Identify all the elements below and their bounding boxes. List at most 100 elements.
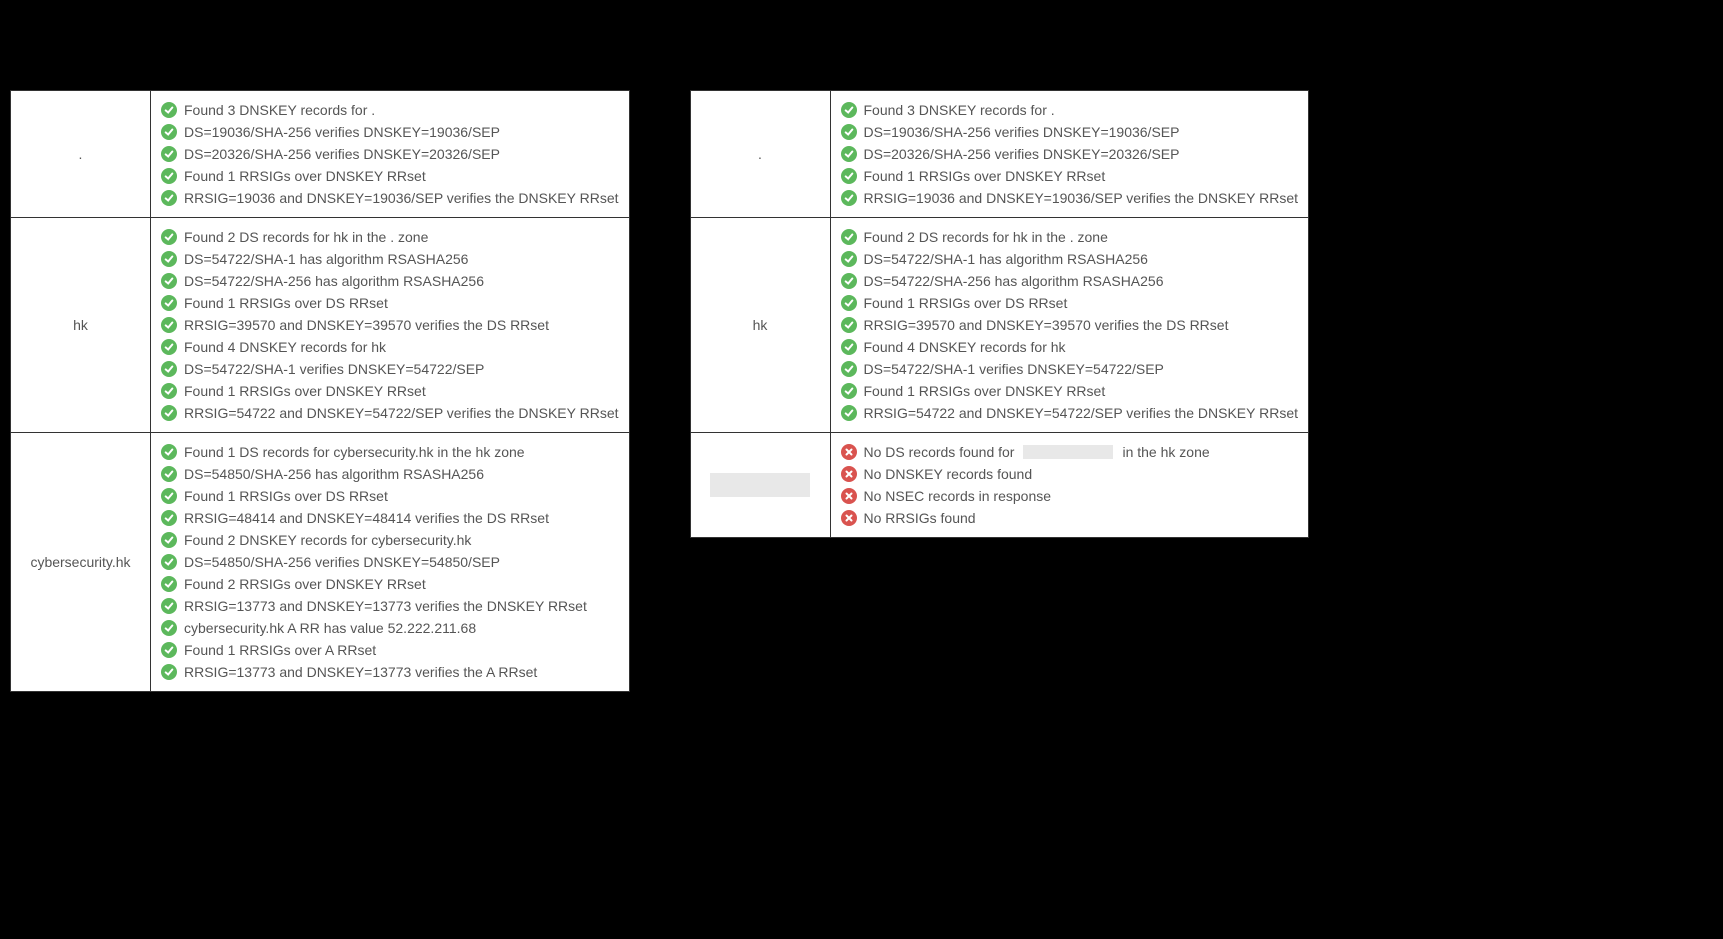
dnssec-table-left: . Found 3 DNSKEY records for . DS=19036/SH… <box>10 90 630 692</box>
zone-label: hk <box>753 317 768 333</box>
check-icon <box>161 168 177 184</box>
result-text: Found 2 DNSKEY records for cybersecurity… <box>184 532 471 548</box>
result-item: Found 2 DS records for hk in the . zone <box>841 226 1299 248</box>
results-cell: No DS records found forin the hk zoneNo … <box>830 433 1309 538</box>
result-text: RRSIG=13773 and DNSKEY=13773 verifies th… <box>184 664 537 680</box>
result-item: DS=54850/SHA-256 has algorithm RSASHA256 <box>161 463 619 485</box>
check-icon <box>161 598 177 614</box>
result-item: Found 4 DNSKEY records for hk <box>161 336 619 358</box>
result-item: DS=19036/SHA-256 verifies DNSKEY=19036/S… <box>161 121 619 143</box>
check-icon <box>161 146 177 162</box>
check-icon <box>841 273 857 289</box>
result-text: No DNSKEY records found <box>864 466 1033 482</box>
check-icon <box>161 488 177 504</box>
result-text: RRSIG=39570 and DNSKEY=39570 verifies th… <box>184 317 549 333</box>
results-cell: Found 1 DS records for cybersecurity.hk … <box>151 433 630 692</box>
result-item: DS=19036/SHA-256 verifies DNSKEY=19036/S… <box>841 121 1299 143</box>
result-item: Found 4 DNSKEY records for hk <box>841 336 1299 358</box>
result-text: Found 1 RRSIGs over DS RRset <box>184 488 388 504</box>
check-icon <box>841 102 857 118</box>
result-text: RRSIG=54722 and DNSKEY=54722/SEP verifie… <box>864 405 1299 421</box>
result-text: Found 4 DNSKEY records for hk <box>864 339 1066 355</box>
error-icon <box>841 510 857 526</box>
result-text: DS=19036/SHA-256 verifies DNSKEY=19036/S… <box>184 124 500 140</box>
check-icon <box>841 168 857 184</box>
check-icon <box>161 295 177 311</box>
result-text: RRSIG=13773 and DNSKEY=13773 verifies th… <box>184 598 587 614</box>
result-text: RRSIG=39570 and DNSKEY=39570 verifies th… <box>864 317 1229 333</box>
result-text: RRSIG=54722 and DNSKEY=54722/SEP verifie… <box>184 405 619 421</box>
result-item: Found 1 RRSIGs over DNSKEY RRset <box>161 165 619 187</box>
result-text: DS=54722/SHA-1 has algorithm RSASHA256 <box>864 251 1148 267</box>
check-icon <box>841 361 857 377</box>
zone-label: hk <box>73 317 88 333</box>
result-item: cybersecurity.hk A RR has value 52.222.2… <box>161 617 619 639</box>
result-item: Found 2 DS records for hk in the . zone <box>161 226 619 248</box>
zone-cell: hk <box>11 218 151 433</box>
zone-label: . <box>758 146 762 162</box>
result-text-pre: No DS records found for <box>864 444 1015 460</box>
check-icon <box>841 383 857 399</box>
result-item: Found 1 RRSIGs over DS RRset <box>161 485 619 507</box>
check-icon <box>161 444 177 460</box>
result-text: Found 1 RRSIGs over DS RRset <box>184 295 388 311</box>
result-text: DS=54722/SHA-256 has algorithm RSASHA256 <box>864 273 1164 289</box>
table-row: hk Found 2 DS records for hk in the . zon… <box>11 218 630 433</box>
result-text: Found 1 RRSIGs over DNSKEY RRset <box>184 168 426 184</box>
result-text: Found 3 DNSKEY records for . <box>184 102 375 118</box>
check-icon <box>161 405 177 421</box>
check-icon <box>161 124 177 140</box>
check-icon <box>161 361 177 377</box>
check-icon <box>841 405 857 421</box>
error-icon <box>841 444 857 460</box>
result-item: RRSIG=19036 and DNSKEY=19036/SEP verifie… <box>161 187 619 209</box>
result-item: RRSIG=54722 and DNSKEY=54722/SEP verifie… <box>161 402 619 424</box>
result-item: DS=54722/SHA-256 has algorithm RSASHA256 <box>161 270 619 292</box>
result-text: Found 2 RRSIGs over DNSKEY RRset <box>184 576 426 592</box>
result-item: DS=20326/SHA-256 verifies DNSKEY=20326/S… <box>841 143 1299 165</box>
zone-cell: hk <box>690 218 830 433</box>
check-icon <box>161 466 177 482</box>
result-item: Found 1 RRSIGs over DS RRset <box>841 292 1299 314</box>
result-text: DS=20326/SHA-256 verifies DNSKEY=20326/S… <box>864 146 1180 162</box>
result-text: Found 1 DS records for cybersecurity.hk … <box>184 444 525 460</box>
result-text: Found 1 RRSIGs over DNSKEY RRset <box>864 383 1106 399</box>
table-row: . Found 3 DNSKEY records for . DS=19036/SH… <box>11 91 630 218</box>
result-item: DS=20326/SHA-256 verifies DNSKEY=20326/S… <box>161 143 619 165</box>
result-text: DS=54722/SHA-1 verifies DNSKEY=54722/SEP <box>864 361 1164 377</box>
zone-label: . <box>79 146 83 162</box>
result-text: DS=54722/SHA-1 has algorithm RSASHA256 <box>184 251 468 267</box>
check-icon <box>161 510 177 526</box>
zone-cell: . <box>11 91 151 218</box>
result-item: Found 3 DNSKEY records for . <box>841 99 1299 121</box>
check-icon <box>161 620 177 636</box>
result-item: DS=54850/SHA-256 verifies DNSKEY=54850/S… <box>161 551 619 573</box>
check-icon <box>161 190 177 206</box>
dnssec-results-right: . Found 3 DNSKEY records for .DS=19036/SH… <box>690 90 1310 538</box>
result-text: Found 4 DNSKEY records for hk <box>184 339 386 355</box>
result-text: RRSIG=48414 and DNSKEY=48414 verifies th… <box>184 510 549 526</box>
result-item: RRSIG=13773 and DNSKEY=13773 verifies th… <box>161 661 619 683</box>
result-text-post: in the hk zone <box>1122 444 1209 460</box>
zone-cell <box>690 433 830 538</box>
check-icon <box>841 295 857 311</box>
result-text: Found 2 DS records for hk in the . zone <box>864 229 1108 245</box>
result-item: RRSIG=39570 and DNSKEY=39570 verifies th… <box>161 314 619 336</box>
result-item: RRSIG=54722 and DNSKEY=54722/SEP verifie… <box>841 402 1299 424</box>
result-item: Found 1 RRSIGs over DS RRset <box>161 292 619 314</box>
table-row: hk Found 2 DS records for hk in the . zon… <box>690 218 1309 433</box>
result-item: Found 2 DNSKEY records for cybersecurity… <box>161 529 619 551</box>
result-item: Found 1 RRSIGs over DNSKEY RRset <box>161 380 619 402</box>
result-text: No NSEC records in response <box>864 488 1052 504</box>
result-item: No DS records found for in the hk zone <box>841 441 1299 463</box>
results-cell: Found 3 DNSKEY records for .DS=19036/SHA… <box>830 91 1309 218</box>
zone-cell: . <box>690 91 830 218</box>
result-text: Found 1 RRSIGs over A RRset <box>184 642 376 658</box>
redacted-zone <box>710 473 810 497</box>
result-text: DS=54850/SHA-256 has algorithm RSASHA256 <box>184 466 484 482</box>
check-icon <box>161 229 177 245</box>
result-item: Found 3 DNSKEY records for . <box>161 99 619 121</box>
result-text: DS=20326/SHA-256 verifies DNSKEY=20326/S… <box>184 146 500 162</box>
zone-cell: cybersecurity.hk <box>11 433 151 692</box>
results-cell: Found 2 DS records for hk in the . zone D… <box>830 218 1309 433</box>
